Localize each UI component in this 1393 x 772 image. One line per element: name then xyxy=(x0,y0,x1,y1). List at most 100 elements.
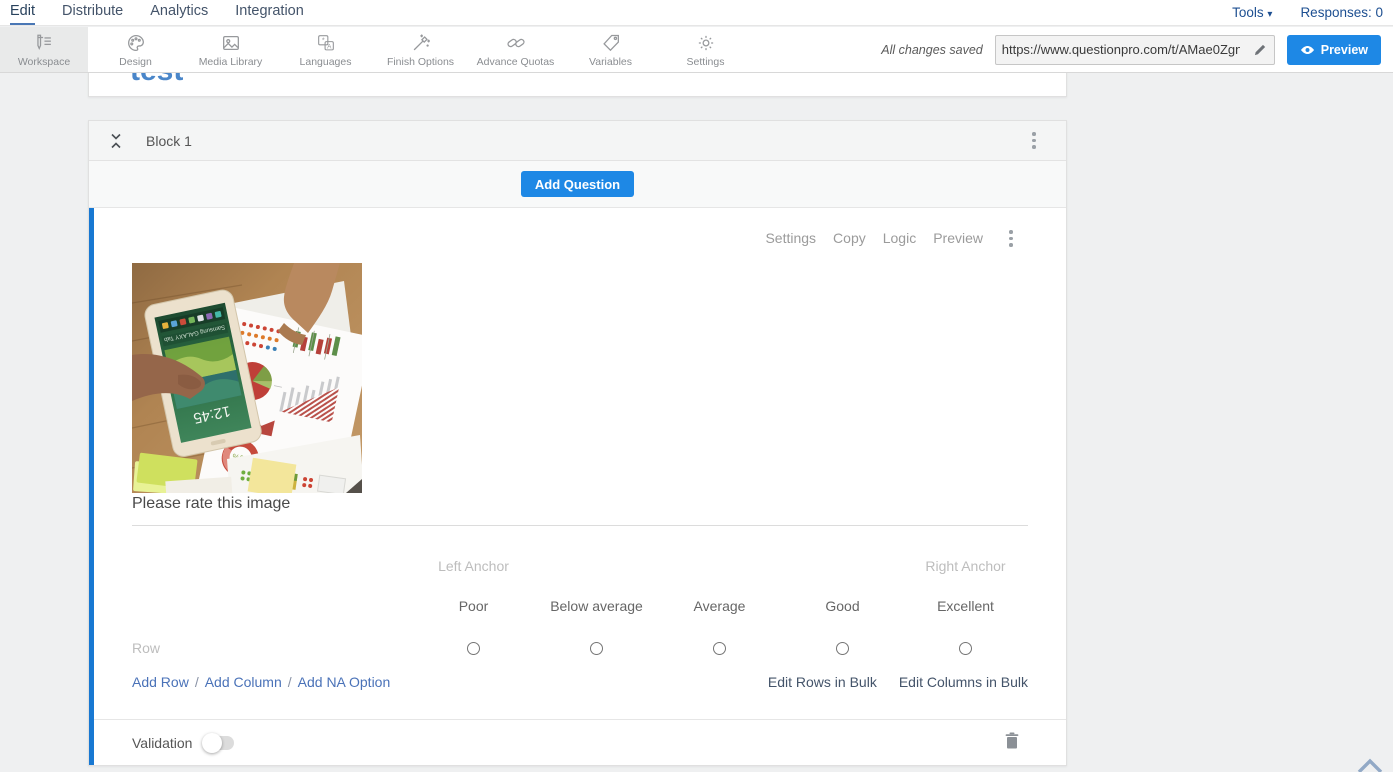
nav-item-analytics[interactable]: Analytics xyxy=(150,1,208,25)
left-anchor-field[interactable]: Left Anchor xyxy=(412,558,535,574)
question-text[interactable]: Please rate this image xyxy=(132,495,1028,526)
validation-label: Validation xyxy=(132,735,192,751)
bulk-edit-links: Edit Rows in Bulk Edit Columns in Bulk xyxy=(768,674,1028,690)
block-menu-icon[interactable] xyxy=(1029,130,1039,151)
add-links: Add Row / Add Column / Add NA Option xyxy=(132,674,390,690)
tools-label: Tools xyxy=(1232,5,1264,20)
answer-row: Row xyxy=(132,636,1028,660)
toolbar-right: All changes saved Preview xyxy=(881,27,1393,72)
column-header-excellent[interactable]: Excellent xyxy=(904,598,1027,614)
question-menu-copy[interactable]: Copy xyxy=(833,230,866,246)
question-menu-preview[interactable]: Preview xyxy=(933,230,983,246)
right-anchor-field[interactable]: Right Anchor xyxy=(904,558,1027,574)
advance-quotas-icon xyxy=(505,32,527,54)
autosave-status: All changes saved xyxy=(881,43,982,57)
variables-icon xyxy=(600,32,622,54)
validation-row: Validation xyxy=(132,719,1066,766)
nav-item-distribute[interactable]: Distribute xyxy=(62,1,123,25)
validation-toggle[interactable] xyxy=(204,736,234,750)
toolbar-tab-design[interactable]: Design xyxy=(88,27,183,72)
tools-dropdown[interactable]: Tools ▾ xyxy=(1232,5,1272,20)
survey-url-input[interactable] xyxy=(996,36,1246,64)
toolbar-tab-label: Design xyxy=(119,56,152,68)
nav-item-integration[interactable]: Integration xyxy=(235,1,304,25)
survey-editor-content: test Block 1 Add Question Settings Copy Lo… xyxy=(0,73,1393,772)
toolbar-tab-workspace[interactable]: Workspace xyxy=(0,27,88,72)
link-separator: / xyxy=(288,674,292,690)
edit-rows-in-bulk-link[interactable]: Edit Rows in Bulk xyxy=(768,674,877,690)
scroll-top-button[interactable] xyxy=(1355,756,1385,772)
toolbar-tabs: Workspace Design Media Library *A Languages F… xyxy=(0,27,753,72)
radio-button-poor[interactable] xyxy=(467,642,480,655)
add-question-button[interactable]: Add Question xyxy=(521,171,634,197)
toolbar-tab-variables[interactable]: Variables xyxy=(563,27,658,72)
chevron-up-icon xyxy=(1355,756,1385,772)
workspace-icon xyxy=(33,32,55,54)
nav-right: Tools ▾ Responses: 0 xyxy=(1232,5,1383,20)
svg-text:*: * xyxy=(321,35,324,44)
toolbar-tab-languages[interactable]: *A Languages xyxy=(278,27,373,72)
column-header-average[interactable]: Average xyxy=(658,598,781,614)
toolbar-tab-advance-quotas[interactable]: Advance Quotas xyxy=(468,27,563,72)
question-menu-logic[interactable]: Logic xyxy=(883,230,916,246)
settings-icon xyxy=(695,32,717,54)
toolbar-tab-label: Workspace xyxy=(18,56,70,68)
edit-columns-in-bulk-link[interactable]: Edit Columns in Bulk xyxy=(899,674,1028,690)
column-header-good[interactable]: Good xyxy=(781,598,904,614)
finish-options-icon xyxy=(410,32,432,54)
svg-text:A: A xyxy=(327,43,332,50)
question-menu-settings[interactable]: Settings xyxy=(765,230,816,246)
toolbar-tab-label: Settings xyxy=(687,56,725,68)
toolbar-tab-label: Finish Options xyxy=(387,56,454,68)
add-na-option-link[interactable]: Add NA Option xyxy=(298,674,391,690)
question-card: Settings Copy Logic Preview xyxy=(89,208,1066,765)
question-menu: Settings Copy Logic Preview xyxy=(765,228,1016,249)
add-column-link[interactable]: Add Column xyxy=(205,674,282,690)
radio-cell-poor xyxy=(412,642,535,655)
radio-button-below-average[interactable] xyxy=(590,642,603,655)
block-header: Block 1 xyxy=(89,121,1066,161)
preview-button[interactable]: Preview xyxy=(1287,35,1381,65)
nav-item-edit[interactable]: Edit xyxy=(10,1,35,25)
eye-icon xyxy=(1300,45,1315,55)
add-row-link[interactable]: Add Row xyxy=(132,674,189,690)
radio-cell-excellent xyxy=(904,642,1027,655)
question-menu-icon[interactable] xyxy=(1006,228,1016,249)
toggle-knob xyxy=(202,733,222,753)
column-header-row: PoorBelow averageAverageGoodExcellent xyxy=(132,598,1028,614)
responses-count[interactable]: Responses: 0 xyxy=(1300,5,1383,20)
radio-button-average[interactable] xyxy=(713,642,726,655)
block-title[interactable]: Block 1 xyxy=(146,133,192,149)
preview-label: Preview xyxy=(1321,43,1368,57)
media-library-icon xyxy=(220,32,242,54)
toolbar-tab-settings[interactable]: Settings xyxy=(658,27,753,72)
survey-url-box xyxy=(995,35,1275,65)
radio-button-excellent[interactable] xyxy=(959,642,972,655)
column-header-below-average[interactable]: Below average xyxy=(535,598,658,614)
delete-question-button[interactable] xyxy=(1005,732,1019,754)
radio-cell-below-average xyxy=(535,642,658,655)
design-icon xyxy=(125,32,147,54)
toolbar-tab-label: Languages xyxy=(300,56,352,68)
edit-url-button[interactable] xyxy=(1246,36,1274,64)
radio-cell-good xyxy=(781,642,904,655)
toolbar-tab-label: Media Library xyxy=(199,56,263,68)
radio-cell-average xyxy=(658,642,781,655)
toolbar-tab-media-library[interactable]: Media Library xyxy=(183,27,278,72)
toolbar-tab-finish-options[interactable]: Finish Options xyxy=(373,27,468,72)
chevron-down-icon: ▾ xyxy=(1267,9,1272,20)
toolbar-tab-label: Variables xyxy=(589,56,632,68)
column-header-poor[interactable]: Poor xyxy=(412,598,535,614)
radio-button-good[interactable] xyxy=(836,642,849,655)
languages-icon: *A xyxy=(315,32,337,54)
survey-title-card: test xyxy=(88,73,1067,97)
top-nav: Edit Distribute Analytics Integration Tools… xyxy=(0,0,1393,26)
survey-title[interactable]: test xyxy=(130,73,1066,86)
row-label-field[interactable]: Row xyxy=(132,640,412,656)
question-links-row: Add Row / Add Column / Add NA Option Edit Ro… xyxy=(132,674,1028,690)
link-separator: / xyxy=(195,674,199,690)
pencil-icon xyxy=(1253,43,1267,57)
question-photo: 50% xyxy=(132,263,362,493)
anchor-row: Left Anchor Right Anchor xyxy=(132,558,1028,574)
collapse-block-icon[interactable] xyxy=(109,133,123,149)
